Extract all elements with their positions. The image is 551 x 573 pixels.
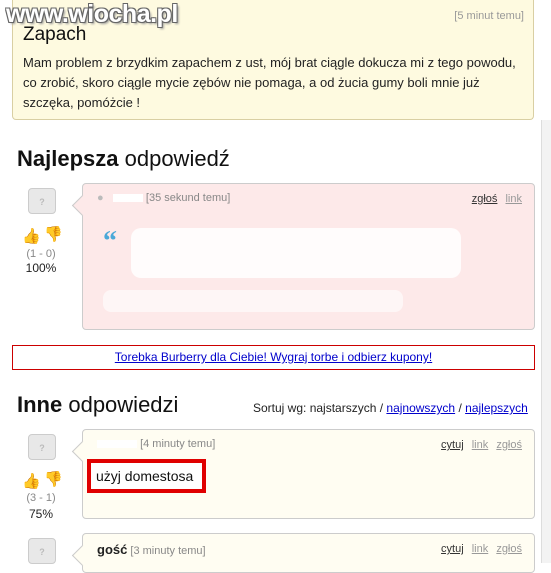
answer-time: [3 minuty temu] [130,545,206,557]
best-answer-heading: Najlepsza odpowiedź [17,146,230,172]
vote-percent: 75% [28,507,54,521]
answer-author: gość [97,542,128,557]
sort-separator: / [458,401,462,415]
vote-counts: (1 - 0) [26,248,56,260]
vote-percent: 100% [25,261,57,275]
report-link[interactable]: zgłoś [496,543,522,555]
blurred-author [97,440,137,449]
answer-meta: gość [3 minuty temu] [97,542,206,557]
quote-icon: “ [103,226,117,257]
watermark: www.wiocha.pl [6,0,178,28]
avatar: ? [28,538,56,564]
thumb-down-icon[interactable]: 👎 [44,227,63,243]
sort-newest-link[interactable]: najnowszych [386,401,455,415]
permalink[interactable]: link [505,193,522,205]
question-time: [5 minut temu] [454,10,524,22]
permalink[interactable]: link [472,439,489,451]
question-body: Mam problem z brzydkim zapachem z ust, m… [23,55,516,110]
answer-time: [4 minuty temu] [140,438,216,450]
vote-counts: (3 - 1) [26,492,56,504]
report-link[interactable]: zgłoś [496,439,522,451]
answer-links: cytuj link zgłoś [436,439,522,451]
sort-best-link[interactable]: najlepszych [465,401,528,415]
answer-box: gość [3 minuty temu] cytuj link zgłoś [71,533,535,573]
best-answer-time: [35 sekund temu] [145,192,231,204]
best-answer-links: zgłoś link [467,193,522,205]
speech-pointer [71,194,94,217]
avatar: ? [28,188,56,214]
best-answer-meta: ● [35 sekund temu] [97,192,231,204]
thumb-up-icon[interactable]: 👍 [22,229,41,245]
blurred-content [131,228,461,278]
quote-link[interactable]: cytuj [441,543,464,555]
scrollbar[interactable] [541,120,551,563]
avatar: ? [28,434,56,460]
answer-meta: [4 minuty temu] [97,438,215,450]
sort-options: Sortuj wg: najstarszych / najnowszych / … [253,401,528,415]
ad-link[interactable]: Torebka Burberry dla Ciebie! Wygraj torb… [115,350,432,364]
other-heading-bold: Inne [17,392,63,417]
quote-link[interactable]: cytuj [441,439,464,451]
ad-banner[interactable]: Torebka Burberry dla Ciebie! Wygraj torb… [12,345,535,370]
other-heading-rest: odpowiedzi [62,392,179,417]
sort-label: Sortuj wg: najstarszych / [253,401,384,415]
thumb-up-icon[interactable]: 👍 [22,474,41,490]
highlighted-answer-text: użyj domestosa [87,459,206,493]
other-answers-heading: Inne odpowiedzi [17,392,178,418]
permalink[interactable]: link [472,543,489,555]
best-heading-rest: odpowiedź [118,146,230,171]
thumb-down-icon[interactable]: 👎 [44,472,63,488]
blurred-author [112,194,143,203]
answer-links: cytuj link zgłoś [436,543,522,555]
report-link[interactable]: zgłoś [472,193,498,205]
best-answer-box: ● [35 sekund temu] zgłoś link “ [71,183,535,330]
best-heading-bold: Najlepsza [17,146,119,171]
blurred-content-2 [103,290,403,312]
